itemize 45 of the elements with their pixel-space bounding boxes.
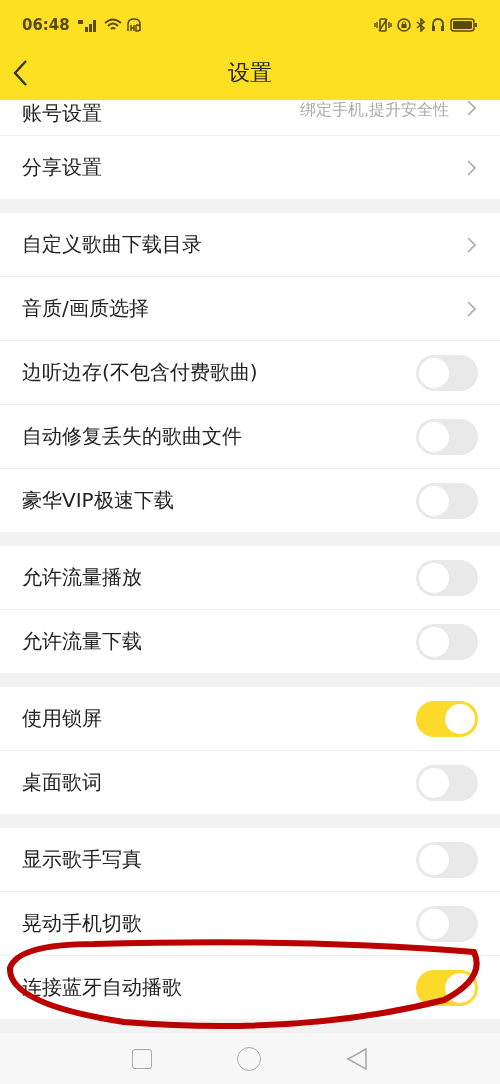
- row-label: 使用锁屏: [22, 705, 103, 732]
- signal-icon: [76, 17, 99, 32]
- bluetooth-icon: [416, 17, 426, 32]
- chevron-icon: [467, 236, 476, 253]
- settings-row[interactable]: 音质/画质选择: [0, 277, 500, 341]
- back-icon[interactable]: [12, 59, 28, 87]
- row-label: 桌面歌词: [22, 769, 103, 796]
- settings-row[interactable]: 账号设置 绑定手机,提升安全性: [0, 100, 500, 136]
- row-label: 边听边存(不包含付费歌曲): [22, 359, 259, 386]
- row-label: 音质/画质选择: [22, 295, 150, 322]
- row-label: 允许流量下载: [22, 628, 143, 655]
- battery-icon: [450, 17, 478, 32]
- row-label: 豪华VIP极速下载: [22, 487, 175, 514]
- lock-icon: [397, 17, 411, 32]
- row-label: 允许流量播放: [22, 564, 143, 591]
- row-label: 自定义歌曲下载目录: [22, 231, 203, 258]
- settings-row[interactable]: 桌面歌词: [0, 751, 500, 814]
- settings-row[interactable]: 自定义歌曲下载目录: [0, 213, 500, 277]
- row-label: 显示歌手写真: [22, 846, 143, 873]
- back-triangle-icon[interactable]: [345, 1046, 368, 1071]
- settings-row[interactable]: 自动修复丢失的歌曲文件: [0, 405, 500, 469]
- row-label: 分享设置: [22, 154, 103, 181]
- settings-row[interactable]: 使用锁屏: [0, 687, 500, 751]
- row-label: 自动修复丢失的歌曲文件: [22, 423, 243, 450]
- wifi-icon: [103, 17, 122, 32]
- settings-row[interactable]: 边听边存(不包含付费歌曲): [0, 341, 500, 405]
- settings-row[interactable]: 豪华VIP极速下载: [0, 469, 500, 532]
- recent-apps-icon[interactable]: [132, 1048, 153, 1069]
- settings-row[interactable]: 允许流量播放: [0, 546, 500, 610]
- chevron-icon: [467, 100, 476, 116]
- row-value: 绑定手机,提升安全性: [299, 100, 449, 121]
- chevron-icon: [467, 300, 476, 317]
- settings-row[interactable]: 分享设置: [0, 136, 500, 199]
- row-label: 账号设置: [22, 100, 103, 127]
- row-label: 晃动手机切歌: [22, 910, 143, 937]
- vibrate-icon: [374, 17, 392, 32]
- settings-row[interactable]: 晃动手机切歌: [0, 892, 500, 956]
- settings-row[interactable]: 显示歌手写真: [0, 828, 500, 892]
- settings-row[interactable]: 允许流量下载: [0, 610, 500, 673]
- status-time: 06:48: [22, 15, 70, 34]
- headphones-icon: [431, 17, 445, 32]
- page-title: 设置: [228, 58, 272, 87]
- hd-icon: [126, 17, 141, 32]
- toggle-switch[interactable]: [416, 700, 478, 737]
- chevron-icon: [467, 159, 476, 176]
